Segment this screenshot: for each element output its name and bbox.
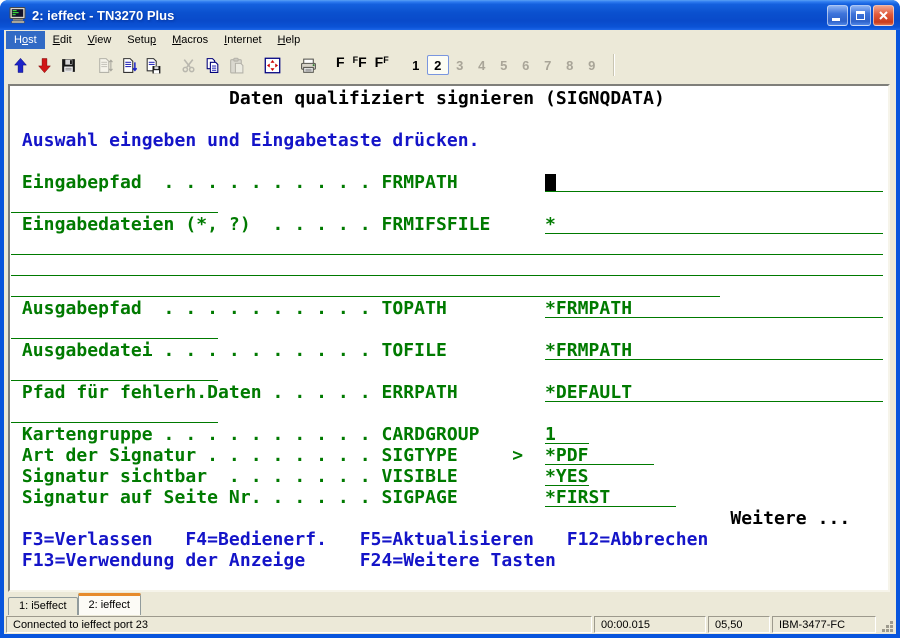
window-title: 2: ieffect - TN3270 Plus	[32, 8, 827, 23]
maximize-icon	[856, 11, 865, 20]
down-arrow-icon	[36, 57, 53, 74]
paste-icon	[228, 57, 245, 74]
menu-item-view[interactable]: View	[80, 31, 120, 49]
maximize-button[interactable]	[850, 5, 871, 26]
menu-item-host[interactable]: Host	[6, 31, 45, 49]
terminal-text-row: Weitere ...	[730, 508, 850, 529]
input-field-underline[interactable]	[11, 275, 883, 276]
font-letter: F	[336, 53, 345, 71]
toolbar-separator	[613, 54, 615, 76]
terminal-text-row: Kartengruppe . . . . . . . . . . CARDGRO…	[22, 424, 556, 445]
session-9-button: 9	[581, 55, 603, 75]
session-tab-2-ieffect[interactable]: 2: ieffect	[78, 593, 141, 615]
title-bar[interactable]: 2: ieffect - TN3270 Plus	[0, 0, 900, 30]
session-1-button[interactable]: 1	[405, 55, 427, 75]
terminal-text-row: Ausgabepfad . . . . . . . . . . TOPATH *…	[22, 298, 632, 319]
center-icon	[264, 57, 281, 74]
copy-icon	[204, 57, 221, 74]
terminal-text-row: Art der Signatur . . . . . . . . SIGTYPE…	[22, 445, 589, 466]
menu-item-help[interactable]: Help	[270, 31, 309, 49]
session-7-button: 7	[537, 55, 559, 75]
input-field-underline[interactable]	[11, 422, 218, 423]
minimize-icon	[832, 18, 840, 21]
font-increase-button[interactable]: FF	[349, 53, 371, 77]
terminal-text-row: Ausgabedatei . . . . . . . . . . TOFILE …	[22, 340, 632, 361]
font-letter: F	[375, 53, 384, 71]
doc-down-icon	[120, 57, 137, 74]
terminal-text-row: Eingabepfad . . . . . . . . . . FRMPATH	[22, 172, 458, 193]
input-field-underline[interactable]	[11, 380, 218, 381]
up-arrow-icon	[12, 57, 29, 74]
status-message: Connected to ieffect port 23	[6, 616, 592, 633]
session-tab-1-i5effect[interactable]: 1: i5effect	[8, 597, 78, 615]
doc-save-icon	[144, 57, 161, 74]
down-arrow-button[interactable]	[32, 53, 56, 77]
terminal-text-row: F3=Verlassen F4=Bedienerf. F5=Aktualisie…	[22, 529, 709, 550]
menu-bar: HostEditViewSetupMacrosInternetHelp	[4, 30, 896, 50]
terminal-text-row: Signatur sichtbar . . . . . . . VISIBLE …	[22, 466, 589, 487]
font-letter: F	[358, 53, 367, 71]
terminal-cursor	[545, 174, 556, 191]
input-field-underline[interactable]	[11, 212, 218, 213]
cut-button	[176, 53, 200, 77]
font-decrease-button[interactable]: FF	[371, 53, 393, 77]
scissors-icon	[180, 57, 197, 74]
doc-updown-icon	[96, 57, 113, 74]
session-2-button[interactable]: 2	[427, 55, 449, 75]
input-field-underline[interactable]	[545, 191, 883, 192]
doc-updown-button	[92, 53, 116, 77]
window-body: HostEditViewSetupMacrosInternetHelp FFFF…	[4, 30, 896, 634]
floppy-icon	[60, 57, 77, 74]
terminal-text-row: Signatur auf Seite Nr. . . . . . SIGPAGE…	[22, 487, 610, 508]
terminal-text-row: Daten qualifiziert signieren (SIGNQDATA)	[229, 88, 665, 109]
session-6-button: 6	[515, 55, 537, 75]
terminal-text-row: F13=Verwendung der Anzeige F24=Weitere T…	[22, 550, 556, 571]
paste-button	[224, 53, 248, 77]
doc-down-button[interactable]	[116, 53, 140, 77]
font-select-button[interactable]: F	[332, 53, 349, 77]
up-arrow-button[interactable]	[8, 53, 32, 77]
status-terminal-type: IBM-3477-FC	[772, 616, 876, 633]
input-field-underline[interactable]	[11, 254, 883, 255]
terminal-panel: Daten qualifiziert signieren (SIGNQDATA)…	[4, 80, 896, 592]
menu-item-internet[interactable]: Internet	[216, 31, 269, 49]
printer-icon	[300, 57, 317, 74]
toolbar: FFFFF123456789	[4, 50, 896, 80]
session-4-button: 4	[471, 55, 493, 75]
terminal-text-row: Auswahl eingeben und Eingabetaste drücke…	[22, 130, 480, 151]
status-bar: Connected to ieffect port 23 00:00.015 0…	[4, 615, 896, 634]
close-icon	[878, 10, 889, 21]
app-window: 2: ieffect - TN3270 Plus HostEditViewSet…	[0, 0, 900, 638]
session-8-button: 8	[559, 55, 581, 75]
input-field-underline[interactable]	[11, 296, 720, 297]
close-button[interactable]	[873, 5, 894, 26]
input-field-underline[interactable]	[11, 338, 218, 339]
status-elapsed-time: 00:00.015	[594, 616, 706, 633]
print-button[interactable]	[296, 53, 320, 77]
session-5-button: 5	[493, 55, 515, 75]
copy-button[interactable]	[200, 53, 224, 77]
menu-item-setup[interactable]: Setup	[119, 31, 164, 49]
terminal-grid: Daten qualifiziert signieren (SIGNQDATA)…	[11, 88, 885, 592]
terminal-screen[interactable]: Daten qualifiziert signieren (SIGNQDATA)…	[8, 84, 890, 592]
menu-item-edit[interactable]: Edit	[45, 31, 80, 49]
input-field-underline[interactable]	[545, 233, 883, 234]
status-cursor-position: 05,50	[708, 616, 770, 633]
terminal-text-row: Pfad für fehlerh.Daten . . . . . ERRPATH…	[22, 382, 632, 403]
save-button[interactable]	[56, 53, 80, 77]
minimize-button[interactable]	[827, 5, 848, 26]
resize-grip[interactable]	[878, 616, 894, 633]
menu-item-macros[interactable]: Macros	[164, 31, 216, 49]
doc-save-button[interactable]	[140, 53, 164, 77]
font-letter: F	[383, 54, 389, 66]
session-3-button: 3	[449, 55, 471, 75]
terminal-text-row: Eingabedateien (*, ?) . . . . . FRMIFSFI…	[22, 214, 556, 235]
center-screen-button[interactable]	[260, 53, 284, 77]
terminal-icon	[9, 6, 27, 24]
session-tab-bar: 1: i5effect2: ieffect	[4, 592, 896, 615]
